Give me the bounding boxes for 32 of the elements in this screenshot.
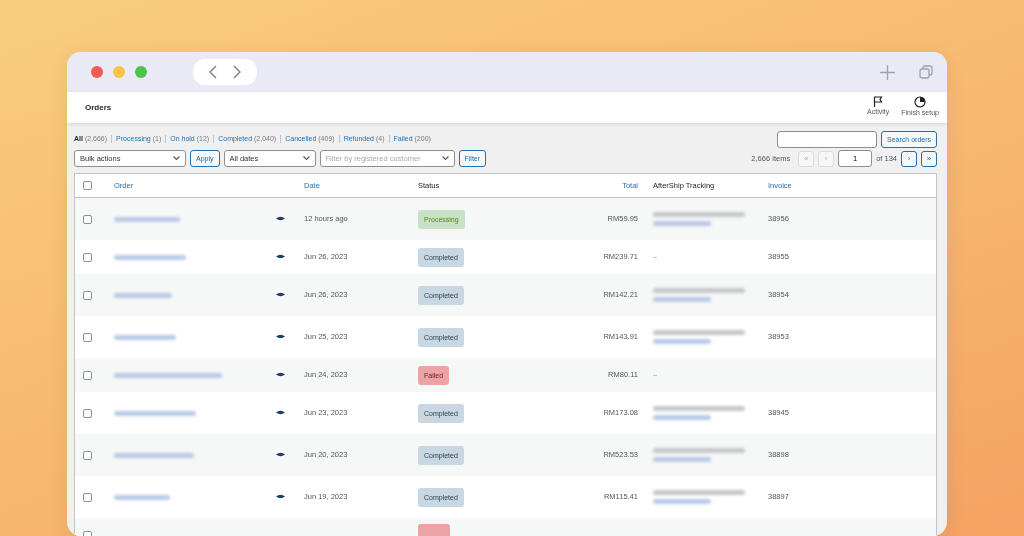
close-button[interactable] (91, 66, 103, 78)
preview-eye-icon[interactable] (276, 494, 285, 500)
preview-eye-icon[interactable] (276, 410, 285, 416)
search-field[interactable] (777, 131, 878, 148)
caret-icon (173, 156, 180, 161)
preview-eye-icon[interactable] (276, 216, 285, 222)
row-checkbox[interactable] (83, 492, 92, 502)
forward-icon[interactable] (233, 65, 241, 79)
preview-eye-icon[interactable] (276, 292, 285, 298)
page-button[interactable]: » (921, 150, 937, 167)
caret-icon (302, 156, 310, 161)
row-checkbox[interactable] (83, 370, 92, 380)
row-checkbox[interactable] (83, 332, 92, 342)
copy-icon[interactable] (919, 65, 933, 79)
row-checkbox[interactable] (83, 408, 92, 418)
row-checkbox[interactable] (83, 214, 92, 224)
flag-icon (873, 96, 884, 108)
select-all-checkbox[interactable] (83, 181, 92, 190)
row-checkbox[interactable] (83, 290, 92, 300)
plus-icon[interactable] (880, 64, 895, 80)
page-title: Orders (85, 101, 112, 114)
page-button[interactable]: › (901, 150, 917, 167)
caret-icon (441, 156, 449, 161)
progress-icon (914, 96, 927, 109)
preview-eye-icon[interactable] (276, 372, 285, 378)
preview-eye-icon[interactable] (276, 254, 285, 260)
preview-eye-icon[interactable] (276, 452, 285, 458)
row-checkbox[interactable] (83, 450, 92, 460)
preview-eye-icon[interactable] (276, 334, 285, 340)
row-checkbox[interactable] (83, 252, 92, 262)
back-icon[interactable] (209, 65, 217, 79)
maximize-button[interactable] (135, 66, 147, 78)
